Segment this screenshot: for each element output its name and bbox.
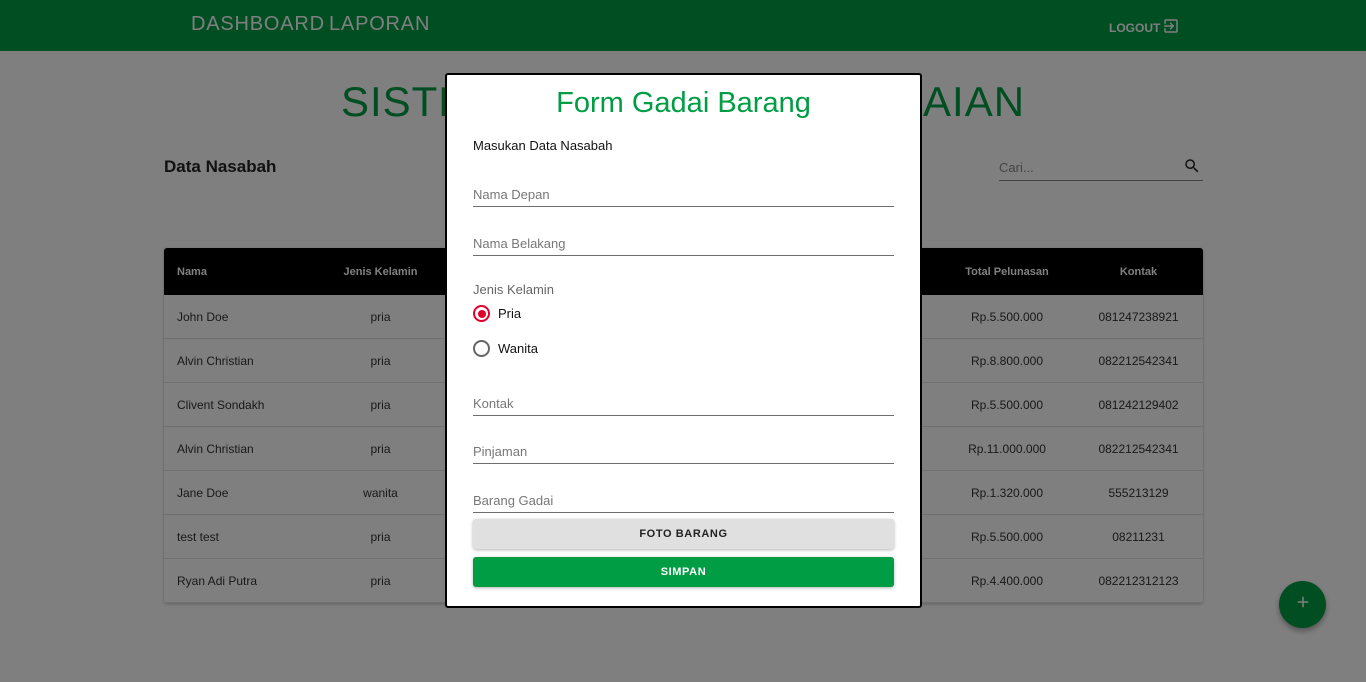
nama-depan-field: [473, 179, 894, 207]
radio-unchecked-icon: [473, 340, 490, 357]
radio-pria-label: Pria: [498, 306, 522, 321]
barang-gadai-field: [473, 485, 894, 513]
modal-title: Form Gadai Barang: [556, 87, 811, 119]
radio-wanita-label: Wanita: [498, 341, 538, 356]
simpan-button[interactable]: SIMPAN: [473, 557, 894, 587]
nama-belakang-field: [473, 228, 894, 256]
modal-subtitle: Masukan Data Nasabah: [473, 138, 613, 153]
jenis-kelamin-label: Jenis Kelamin: [473, 282, 554, 297]
radio-checked-icon: [473, 305, 490, 322]
kontak-input[interactable]: [473, 392, 894, 414]
nama-depan-input[interactable]: [473, 183, 894, 205]
radio-pria[interactable]: Pria: [473, 305, 521, 322]
radio-wanita[interactable]: Wanita: [473, 340, 538, 357]
pinjaman-field: [473, 436, 894, 464]
form-gadai-modal: Form Gadai Barang Masukan Data Nasabah J…: [445, 73, 922, 608]
foto-barang-button[interactable]: FOTO BARANG: [473, 519, 894, 549]
nama-belakang-input[interactable]: [473, 232, 894, 254]
barang-gadai-input[interactable]: [473, 489, 894, 511]
kontak-field: [473, 388, 894, 416]
pinjaman-input[interactable]: [473, 440, 894, 462]
